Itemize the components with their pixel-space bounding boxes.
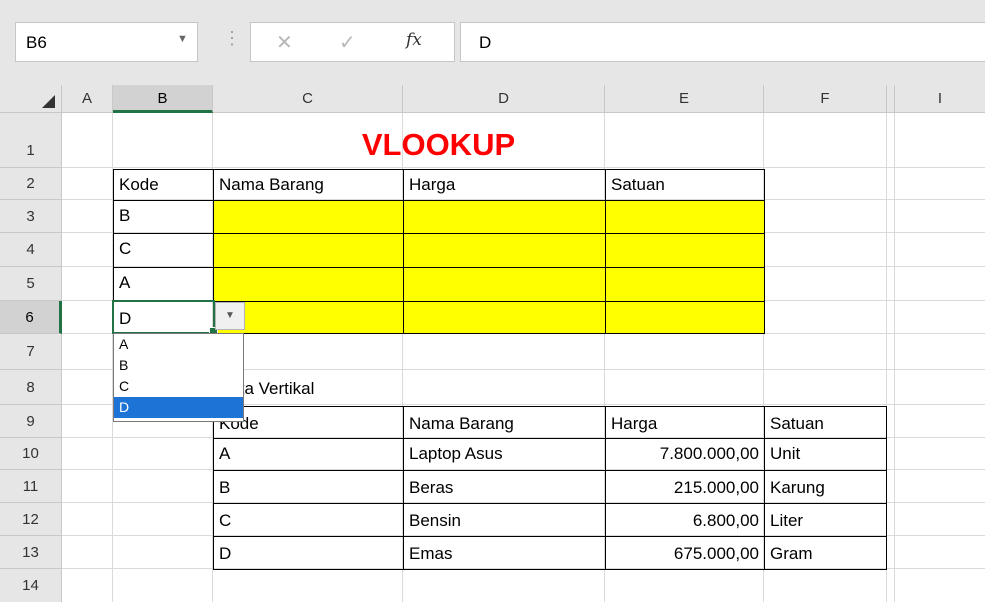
formula-buttons: ✕ ✓ fx <box>250 22 455 62</box>
lookup-result-cell[interactable] <box>403 301 606 334</box>
lookup-result-cell[interactable] <box>213 267 404 302</box>
row-header-6[interactable]: 6 <box>0 301 62 334</box>
name-box-value: B6 <box>26 33 47 52</box>
lookup-header-kode[interactable]: Kode <box>113 169 214 201</box>
enter-check-icon[interactable]: ✓ <box>339 30 356 55</box>
row-header-14[interactable]: 14 <box>0 569 62 602</box>
data-cell-nama[interactable]: Emas <box>403 536 606 570</box>
chevron-down-icon: ▼ <box>225 310 235 321</box>
row-header-9[interactable]: 9 <box>0 405 62 438</box>
gridline <box>894 113 895 602</box>
row-header-7[interactable]: 7 <box>0 334 62 370</box>
dropdown-option[interactable]: A <box>114 334 243 355</box>
cancel-icon[interactable]: ✕ <box>276 30 293 55</box>
column-header-c[interactable]: C <box>213 85 403 113</box>
lookup-result-cell[interactable] <box>403 267 606 302</box>
dropdown-option[interactable]: C <box>114 376 243 397</box>
row-header-8[interactable]: 8 <box>0 370 62 405</box>
row-header-2[interactable]: 2 <box>0 168 62 200</box>
data-cell-kode[interactable]: B <box>213 470 404 504</box>
column-header-a[interactable]: A <box>62 85 113 113</box>
data-cell-nama[interactable]: Laptop Asus <box>403 438 606 471</box>
hidden-columns-marker[interactable] <box>887 85 895 113</box>
lookup-result-cell[interactable] <box>605 233 765 268</box>
data-header-nama-barang[interactable]: Nama Barang <box>403 406 606 439</box>
drag-handle-icon[interactable]: ⋮ <box>223 28 241 49</box>
formula-input[interactable]: D <box>460 22 985 62</box>
lookup-header-satuan[interactable]: Satuan <box>605 169 765 201</box>
data-cell-nama[interactable]: Beras <box>403 470 606 504</box>
formula-value: D <box>479 33 492 52</box>
row-header-13[interactable]: 13 <box>0 536 62 569</box>
data-cell-kode[interactable]: C <box>213 503 404 537</box>
lookup-code-cell[interactable]: B <box>113 200 214 234</box>
active-cell-border <box>112 300 215 334</box>
data-cell-satuan[interactable]: Karung <box>764 470 887 504</box>
row-header-3[interactable]: 3 <box>0 200 62 233</box>
data-cell-satuan[interactable]: Liter <box>764 503 887 537</box>
lookup-result-cell[interactable] <box>605 267 765 302</box>
lookup-result-cell[interactable] <box>403 200 606 234</box>
row-header-12[interactable]: 12 <box>0 503 62 536</box>
dropdown-option[interactable]: B <box>114 355 243 376</box>
lookup-result-cell[interactable] <box>605 301 765 334</box>
row-header-5[interactable]: 5 <box>0 267 62 301</box>
select-all-icon <box>42 95 55 108</box>
row-header-4[interactable]: 4 <box>0 233 62 267</box>
lookup-result-cell[interactable] <box>213 233 404 268</box>
data-cell-satuan[interactable]: Unit <box>764 438 887 471</box>
column-header-e[interactable]: E <box>605 85 764 113</box>
data-cell-harga[interactable]: 675.000,00 <box>605 536 765 570</box>
data-cell-kode[interactable]: A <box>213 438 404 471</box>
chevron-down-icon[interactable]: ▼ <box>177 33 188 45</box>
column-header-d[interactable]: D <box>403 85 605 113</box>
data-cell-harga[interactable]: 6.800,00 <box>605 503 765 537</box>
lookup-code-cell[interactable]: C <box>113 233 214 268</box>
column-header-i[interactable]: I <box>895 85 985 113</box>
data-cell-satuan[interactable]: Gram <box>764 536 887 570</box>
row-header-10[interactable]: 10 <box>0 438 62 470</box>
lookup-header-nama-barang[interactable]: Nama Barang <box>213 169 404 201</box>
formula-bar: B6 ▼ ⋮ ✕ ✓ fx D <box>0 0 985 85</box>
data-header-harga[interactable]: Harga <box>605 406 765 439</box>
data-cell-harga[interactable]: 7.800.000,00 <box>605 438 765 471</box>
lookup-result-cell[interactable] <box>213 200 404 234</box>
lookup-code-cell[interactable]: A <box>113 267 214 302</box>
sheet-title[interactable]: VLOOKUP <box>113 116 764 168</box>
name-box[interactable]: B6 ▼ <box>15 22 198 62</box>
lookup-result-cell[interactable] <box>605 200 765 234</box>
data-cell-nama[interactable]: Bensin <box>403 503 606 537</box>
data-cell-kode[interactable]: D <box>213 536 404 570</box>
dropdown-option-selected[interactable]: D <box>114 397 243 418</box>
row-header-1[interactable]: 1 <box>0 113 62 168</box>
insert-function-icon[interactable]: fx <box>406 30 422 50</box>
data-cell-harga[interactable]: 215.000,00 <box>605 470 765 504</box>
validation-dropdown-button[interactable]: ▼ <box>215 302 245 330</box>
row-header-11[interactable]: 11 <box>0 470 62 503</box>
select-all-button[interactable] <box>0 85 62 113</box>
column-header-b[interactable]: B <box>113 85 213 113</box>
lookup-header-harga[interactable]: Harga <box>403 169 606 201</box>
lookup-result-cell[interactable] <box>403 233 606 268</box>
validation-dropdown-list: A B C D <box>113 333 244 422</box>
column-header-row: A B C D E F I <box>0 85 985 113</box>
column-header-f[interactable]: F <box>764 85 887 113</box>
data-header-satuan[interactable]: Satuan <box>764 406 887 439</box>
